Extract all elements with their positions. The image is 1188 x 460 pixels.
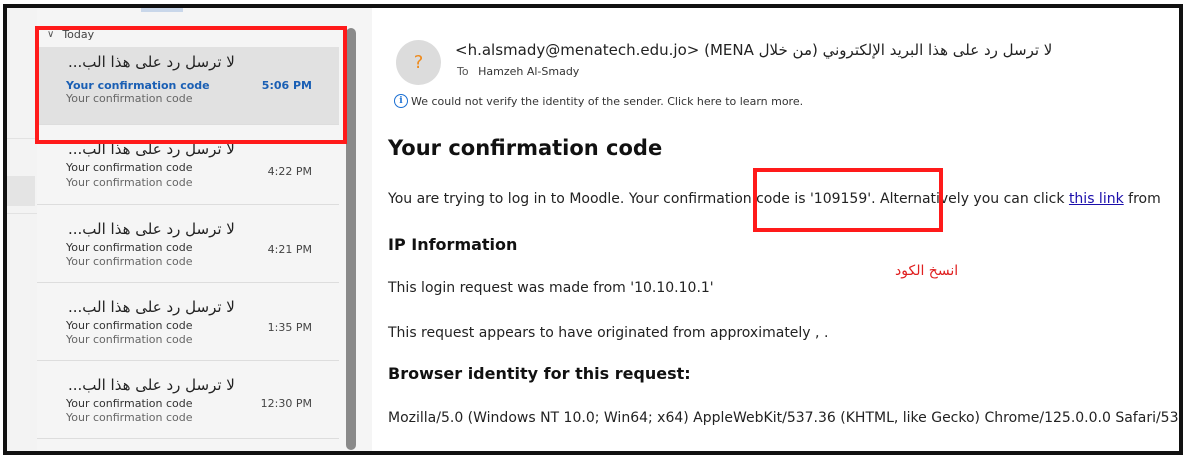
item-preview-title: Your confirmation code — [66, 397, 193, 410]
sender-warning-text: We could not verify the identity of the … — [411, 94, 804, 108]
item-preview-title: Your confirmation code — [66, 161, 193, 174]
item-preview-text: Your confirmation code — [66, 411, 193, 424]
item-preview-title: Your confirmation code — [66, 319, 193, 332]
email-title: Your confirmation code — [388, 136, 663, 160]
item-preview-title: Your confirmation code — [66, 241, 193, 254]
avatar-glyph: ? — [413, 52, 424, 73]
outlook-window: ∨ Today لا ترسل رد على هذا الب... Your c… — [3, 4, 1183, 455]
info-icon: i — [394, 94, 408, 108]
sender-email: <h.alsmady@menatech.edu.jo> — [455, 41, 700, 59]
list-item[interactable]: لا ترسل رد على هذا الب... Your confirmat… — [37, 205, 339, 283]
scrollbar-thumb[interactable] — [346, 28, 356, 450]
item-time: 1:35 PM — [267, 321, 312, 334]
list-tab-indicator — [141, 8, 183, 12]
list-item[interactable]: لا ترسل رد على هذا الب... Your confirmat… — [37, 361, 339, 439]
annotation-copy-code: انسخ الكود — [895, 263, 959, 279]
confirmation-text: You are trying to log in to Moodle. Your… — [388, 191, 1069, 207]
item-time: 4:21 PM — [267, 243, 312, 256]
recipient-name[interactable]: Hamzeh Al-Smady — [478, 65, 579, 78]
sender-display-name: لا ترسل رد على هذا البريد الإلكتروني (من… — [704, 41, 1053, 59]
to-label: To — [457, 65, 469, 78]
list-item[interactable]: لا ترسل رد على هذا الب... Your confirmat… — [37, 283, 339, 361]
item-subject: لا ترسل رد على هذا الب... — [68, 376, 235, 394]
origin-line: This request appears to have originated … — [388, 325, 829, 341]
list-scrollbar[interactable] — [346, 28, 358, 450]
sender-warning[interactable]: i We could not verify the identity of th… — [394, 94, 803, 108]
recipient-line: To Hamzeh Al-Smady — [457, 65, 579, 78]
folder-pane-selection — [7, 176, 35, 206]
item-time: 4:22 PM — [267, 165, 312, 178]
browser-heading: Browser identity for this request: — [388, 364, 691, 383]
confirmation-tail: from — [1123, 191, 1161, 207]
highlight-selected-email — [35, 26, 347, 144]
sender-line[interactable]: <h.alsmady@menatech.edu.jo> لا ترسل رد ع… — [455, 41, 1075, 59]
item-subject: لا ترسل رد على هذا الب... — [68, 298, 235, 316]
sender-avatar[interactable]: ? — [396, 40, 441, 85]
ip-heading: IP Information — [388, 235, 518, 254]
item-time: 12:30 PM — [260, 397, 312, 410]
ip-line: This login request was made from '10.10.… — [388, 280, 714, 296]
browser-line: Mozilla/5.0 (Windows NT 10.0; Win64; x64… — [388, 410, 1183, 426]
item-preview-text: Your confirmation code — [66, 176, 193, 189]
item-subject: لا ترسل رد على هذا الب... — [68, 220, 235, 238]
item-preview-text: Your confirmation code — [66, 255, 193, 268]
highlight-confirmation-code — [753, 168, 943, 232]
confirmation-link[interactable]: this link — [1069, 191, 1124, 207]
folder-pane-edge — [7, 8, 37, 451]
item-preview-text: Your confirmation code — [66, 333, 193, 346]
